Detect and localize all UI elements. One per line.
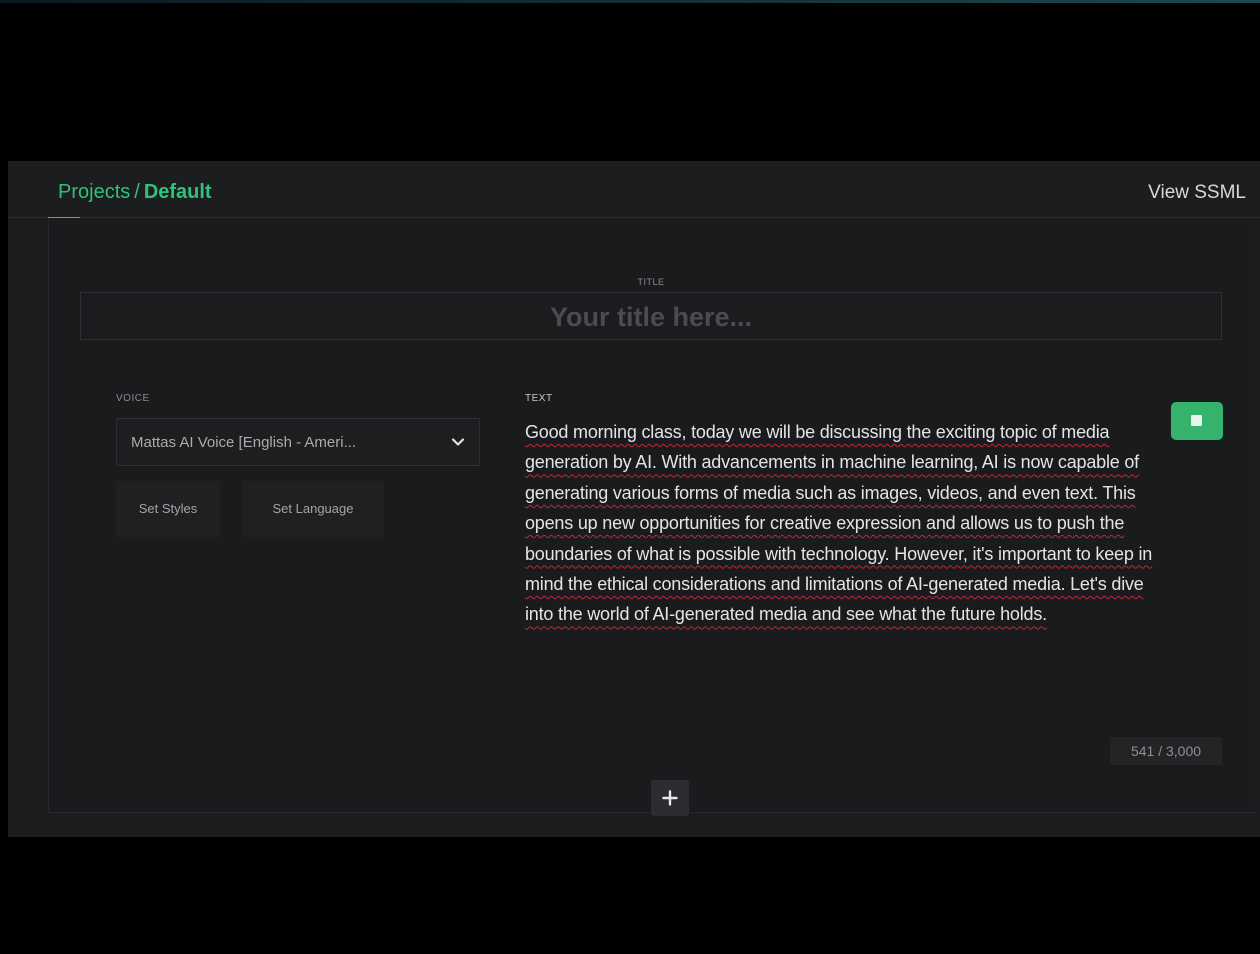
text-editor[interactable]: Good morning class, today we will be dis… [525, 417, 1155, 630]
title-input[interactable]: Your title here... [80, 292, 1222, 340]
set-language-button[interactable]: Set Language [242, 481, 384, 537]
breadcrumb-projects-link[interactable]: Projects [58, 181, 130, 203]
text-content: Good morning class, today we will be dis… [525, 422, 1153, 625]
screen: Projects / Default View SSML TITLE Your ti… [0, 0, 1260, 954]
add-block-button[interactable] [651, 780, 689, 816]
title-label: TITLE [637, 277, 665, 287]
character-count-badge: 541 / 3,000 [1110, 737, 1222, 765]
breadcrumb: Projects / Default [58, 181, 212, 204]
voice-selected-value: Mattas AI Voice [English - Ameri... [131, 434, 357, 451]
breadcrumb-current-project: Default [143, 181, 212, 203]
text-label: TEXT [525, 393, 553, 404]
voice-label: VOICE [116, 393, 150, 404]
stop-icon [1191, 415, 1202, 426]
set-styles-button[interactable]: Set Styles [116, 481, 220, 537]
chevron-down-icon [451, 438, 465, 446]
breadcrumb-separator: / [134, 181, 140, 203]
title-placeholder: Your title here... [549, 302, 753, 332]
plus-icon [662, 790, 678, 806]
stop-button[interactable] [1171, 402, 1223, 440]
editor-panel: Projects / Default View SSML TITLE Your ti… [8, 161, 1260, 837]
view-ssml-button[interactable]: View SSML [1148, 182, 1246, 204]
voice-select[interactable]: Mattas AI Voice [English - Ameri... [116, 418, 480, 466]
top-border-glow [0, 0, 1260, 3]
panel-header: Projects / Default View SSML [8, 161, 1260, 218]
